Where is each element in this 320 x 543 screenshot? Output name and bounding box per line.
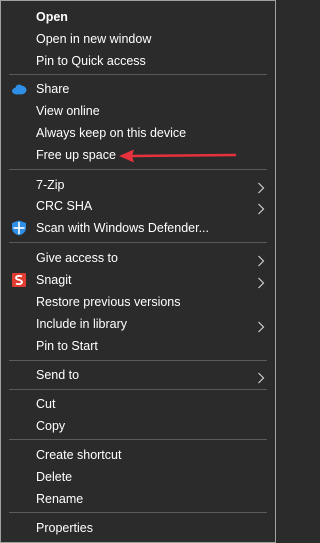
chevron-right-icon — [257, 252, 265, 267]
menu-item-label: Delete — [36, 470, 73, 484]
menu-item-pin-start[interactable]: Pin to Start — [1, 335, 275, 357]
menu-item-label: Give access to — [36, 251, 118, 265]
menu-item-include-library[interactable]: Include in library — [1, 313, 275, 335]
menu-item-label: Open in new window — [36, 32, 152, 46]
menu-item-label: Send to — [36, 368, 80, 382]
menu-item-open-new-window[interactable]: Open in new window — [1, 28, 275, 50]
chevron-right-icon — [257, 200, 265, 215]
context-menu: Open Open in new window Pin to Quick acc… — [0, 0, 276, 543]
menu-separator — [9, 242, 267, 243]
menu-item-create-shortcut[interactable]: Create shortcut — [1, 444, 275, 466]
menu-item-label: View online — [36, 104, 100, 118]
menu-item-label: Open — [36, 10, 68, 24]
menu-item-delete[interactable]: Delete — [1, 466, 275, 488]
menu-item-share[interactable]: Share — [1, 78, 275, 100]
menu-separator — [9, 169, 267, 170]
chevron-right-icon — [257, 179, 265, 194]
menu-item-label: Share — [36, 82, 70, 96]
menu-item-label: Free up space — [36, 148, 116, 162]
menu-item-label: Cut — [36, 397, 56, 411]
menu-item-scan-defender[interactable]: Scan with Windows Defender... — [1, 217, 275, 239]
menu-item-label: 7-Zip — [36, 178, 65, 192]
menu-item-label: Scan with Windows Defender... — [36, 221, 209, 235]
menu-item-label: Pin to Quick access — [36, 54, 146, 68]
menu-item-label: Pin to Start — [36, 339, 98, 353]
menu-separator — [9, 74, 267, 75]
red-arrow-icon — [117, 147, 239, 165]
chevron-right-icon — [257, 274, 265, 289]
onedrive-cloud-icon — [11, 81, 27, 97]
menu-item-label: Create shortcut — [36, 448, 122, 462]
menu-item-view-online[interactable]: View online — [1, 100, 275, 122]
menu-separator — [9, 360, 267, 361]
menu-item-crc-sha[interactable]: CRC SHA — [1, 195, 275, 217]
menu-item-7zip[interactable]: 7-Zip — [1, 174, 275, 196]
chevron-right-icon — [257, 369, 265, 384]
menu-item-copy[interactable]: Copy — [1, 415, 275, 437]
menu-separator — [9, 389, 267, 390]
menu-separator — [9, 439, 267, 440]
menu-item-label: CRC SHA — [36, 199, 93, 213]
menu-item-give-access[interactable]: Give access to — [1, 247, 275, 269]
menu-item-label: Copy — [36, 419, 66, 433]
menu-item-rename[interactable]: Rename — [1, 488, 275, 510]
menu-item-label: Properties — [36, 521, 93, 535]
menu-item-cut[interactable]: Cut — [1, 393, 275, 415]
menu-item-label: Snagit — [36, 273, 72, 287]
menu-item-properties[interactable]: Properties — [1, 517, 275, 539]
menu-item-always-keep[interactable]: Always keep on this device — [1, 122, 275, 144]
menu-item-send-to[interactable]: Send to — [1, 364, 275, 386]
menu-item-label: Include in library — [36, 317, 128, 331]
menu-separator — [9, 512, 267, 513]
menu-item-label: Always keep on this device — [36, 126, 187, 140]
menu-item-restore-versions[interactable]: Restore previous versions — [1, 291, 275, 313]
windows-defender-shield-icon — [11, 220, 27, 236]
menu-item-snagit[interactable]: Snagit — [1, 269, 275, 291]
snagit-icon — [11, 272, 27, 288]
menu-item-label: Rename — [36, 492, 84, 506]
chevron-right-icon — [257, 318, 265, 333]
menu-item-label: Restore previous versions — [36, 295, 181, 309]
menu-item-open[interactable]: Open — [1, 6, 275, 28]
menu-item-pin-quick-access[interactable]: Pin to Quick access — [1, 50, 275, 72]
